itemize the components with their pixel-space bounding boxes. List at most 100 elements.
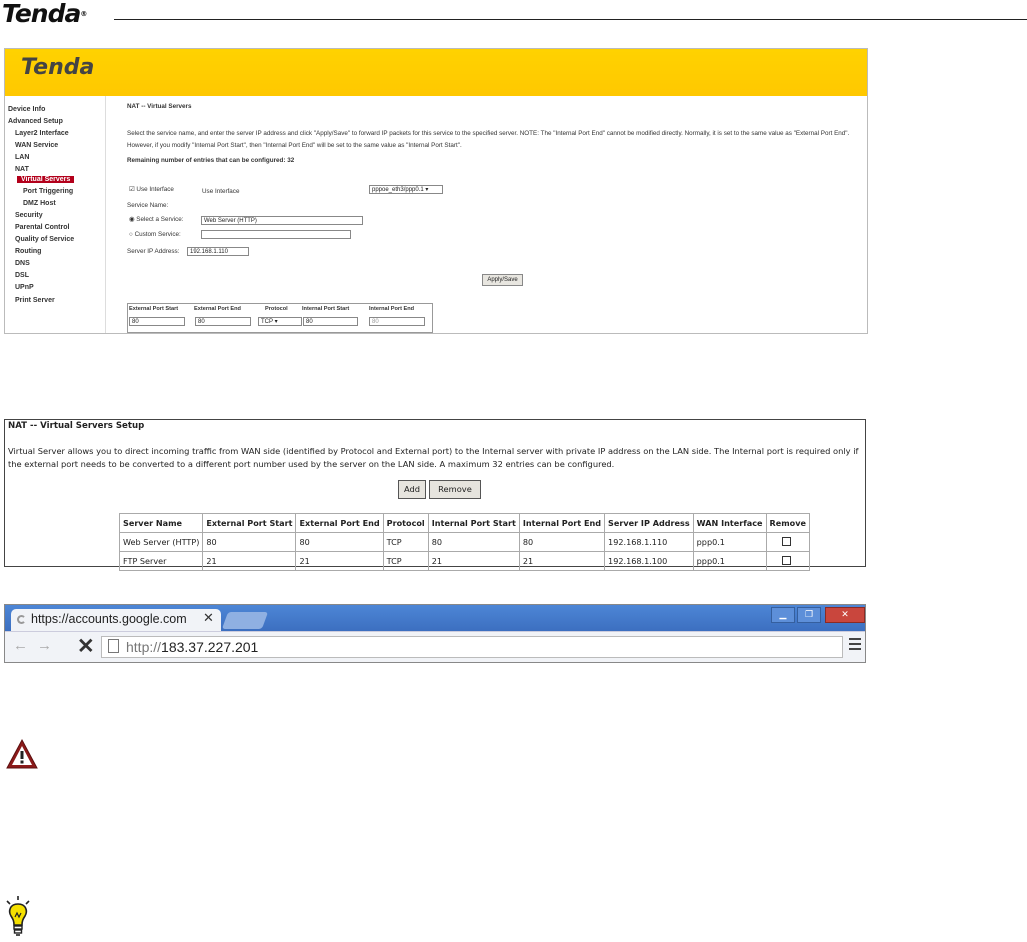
nav-active-label: Virtual Servers: [17, 176, 75, 183]
forward-arrow-icon[interactable]: →: [37, 637, 52, 654]
col-ext-start: External Port Start: [129, 306, 179, 312]
col-int-start: Internal Port Start: [302, 306, 350, 312]
cell-remove: [765, 532, 810, 552]
use-interface-checkbox[interactable]: ☑ Use Interface: [129, 186, 174, 193]
service-name-label: Service Name:: [127, 202, 169, 209]
nat-setup-screenshot: NAT -- Virtual Servers Setup Virtual Ser…: [4, 419, 866, 571]
protocol-value: TCP: [261, 319, 273, 325]
service-select[interactable]: Web Server (HTTP): [201, 216, 363, 225]
url-host: 183.37.227.201: [161, 639, 259, 655]
col-server-ip: Server IP Address: [604, 513, 694, 533]
nat-setup-description: Virtual Server allows you to direct inco…: [8, 446, 859, 469]
protocol-select[interactable]: TCP ▾: [258, 317, 302, 326]
router-instructions: Select the service name, and enter the s…: [127, 130, 850, 149]
browser-toolbar: ← → ✕ http://183.37.227.201: [5, 631, 865, 662]
browser-menu-icon[interactable]: [849, 638, 861, 653]
nav-routing[interactable]: Routing: [15, 248, 41, 255]
server-ip-label: Server IP Address:: [127, 248, 180, 255]
cell-int-start: 80: [427, 532, 520, 552]
nav-layer2-interface[interactable]: Layer2 Interface: [15, 130, 69, 137]
use-interface-label: Use Interface: [136, 186, 174, 193]
interface-select-value: pppoe_eth3/ppp0.1: [372, 187, 424, 193]
col-external-port-start: External Port Start: [202, 513, 297, 533]
cell-ext-start: 80: [202, 532, 297, 552]
cell-server-ip: 192.168.1.100: [604, 551, 694, 571]
minimize-icon[interactable]: ▁: [771, 607, 795, 623]
nav-dmz-host[interactable]: DMZ Host: [23, 200, 56, 207]
browser-tab-title: https://accounts.google.com: [31, 612, 187, 626]
cell-int-end: 21: [518, 551, 606, 571]
nav-security[interactable]: Security: [15, 212, 43, 219]
cell-ext-end: 80: [295, 532, 384, 552]
nav-lan[interactable]: LAN: [15, 154, 29, 161]
browser-tab[interactable]: https://accounts.google.com ✕: [11, 609, 221, 631]
apply-save-button[interactable]: Apply/Save: [482, 274, 523, 286]
interface-select[interactable]: pppoe_eth3/ppp0.1 ▾: [369, 185, 443, 194]
address-bar[interactable]: http://183.37.227.201: [101, 636, 843, 658]
col-protocol: Protocol: [382, 513, 429, 533]
col-remove: Remove: [765, 513, 810, 533]
new-tab-button[interactable]: [221, 612, 269, 629]
col-internal-port-start: Internal Port Start: [427, 513, 520, 533]
nav-nat[interactable]: NAT: [15, 166, 29, 173]
cell-protocol: TCP: [382, 551, 429, 571]
nav-advanced-setup[interactable]: Advanced Setup: [8, 118, 63, 125]
tenda-logo: Tenda®: [2, 0, 87, 28]
address-url: http://183.37.227.201: [126, 639, 258, 655]
nav-print-server[interactable]: Print Server: [15, 297, 55, 304]
remove-checkbox[interactable]: [781, 555, 791, 565]
remove-checkbox[interactable]: [781, 536, 791, 546]
server-ip-input[interactable]: 192.168.1.110: [187, 247, 249, 256]
col-external-port-end: External Port End: [295, 513, 384, 533]
use-interface-text: Use Interface: [202, 188, 240, 195]
nav-upnp[interactable]: UPnP: [15, 284, 34, 291]
select-service-radio[interactable]: ◉ Select a Service:: [129, 216, 184, 223]
cell-ext-start: 21: [202, 551, 297, 571]
service-select-value: Web Server (HTTP): [204, 218, 257, 224]
virtual-servers-table: Server Name External Port Start External…: [118, 513, 810, 571]
router-screenshot: Tenda Device Info Advanced Setup Layer2 …: [4, 48, 868, 334]
col-ext-end: External Port End: [194, 306, 241, 312]
page-icon: [108, 639, 119, 653]
cell-server-ip: 192.168.1.110: [604, 532, 694, 552]
add-button[interactable]: Add: [398, 480, 426, 499]
cell-wan-interface: ppp0.1: [692, 551, 767, 571]
table-row: Web Server (HTTP) 80 80 TCP 80 80 192.16…: [118, 532, 810, 552]
col-wan-interface: WAN Interface: [692, 513, 767, 533]
int-start-input[interactable]: 80: [303, 317, 358, 326]
int-end-input[interactable]: 80: [369, 317, 425, 326]
nav-dns[interactable]: DNS: [15, 260, 30, 267]
nav-qos[interactable]: Quality of Service: [15, 236, 74, 243]
cell-server-name: FTP Server: [118, 551, 204, 571]
cell-protocol: TCP: [382, 532, 429, 552]
ext-end-input[interactable]: 80: [195, 317, 251, 326]
back-arrow-icon[interactable]: ←: [13, 637, 28, 654]
close-tab-icon[interactable]: ✕: [203, 610, 214, 626]
close-window-icon[interactable]: ✕: [825, 607, 865, 623]
table-header-row: Server Name External Port Start External…: [118, 513, 810, 533]
browser-tab-bar: https://accounts.google.com ✕ ▁ ❐ ✕: [5, 605, 865, 631]
cell-remove: [765, 551, 810, 571]
remove-button[interactable]: Remove: [429, 480, 481, 499]
nav-parental-control[interactable]: Parental Control: [15, 224, 69, 231]
nav-dsl[interactable]: DSL: [15, 272, 29, 279]
col-internal-port-end: Internal Port End: [518, 513, 606, 533]
nav-device-info[interactable]: Device Info: [8, 106, 45, 113]
maximize-icon[interactable]: ❐: [797, 607, 821, 623]
remaining-entries: Remaining number of entries that can be …: [127, 157, 295, 164]
router-page-title: NAT -- Virtual Servers: [127, 103, 192, 110]
nav-wan-service[interactable]: WAN Service: [15, 142, 58, 149]
select-service-label: Select a Service:: [136, 216, 184, 223]
browser-screenshot: https://accounts.google.com ✕ ▁ ❐ ✕ ← → …: [4, 604, 866, 663]
col-server-name: Server Name: [118, 513, 204, 533]
cell-server-name: Web Server (HTTP): [118, 532, 204, 552]
nav-virtual-servers[interactable]: Virtual Servers: [17, 176, 75, 183]
stop-loading-icon[interactable]: ✕: [77, 634, 95, 659]
custom-service-label: Custom Service:: [134, 231, 181, 238]
header-rule: [114, 19, 1027, 20]
url-scheme: http://: [126, 639, 162, 655]
custom-service-radio[interactable]: ○ Custom Service:: [129, 231, 181, 238]
nav-port-triggering[interactable]: Port Triggering: [23, 188, 73, 195]
custom-service-input[interactable]: [201, 230, 351, 239]
ext-start-input[interactable]: 80: [129, 317, 185, 326]
